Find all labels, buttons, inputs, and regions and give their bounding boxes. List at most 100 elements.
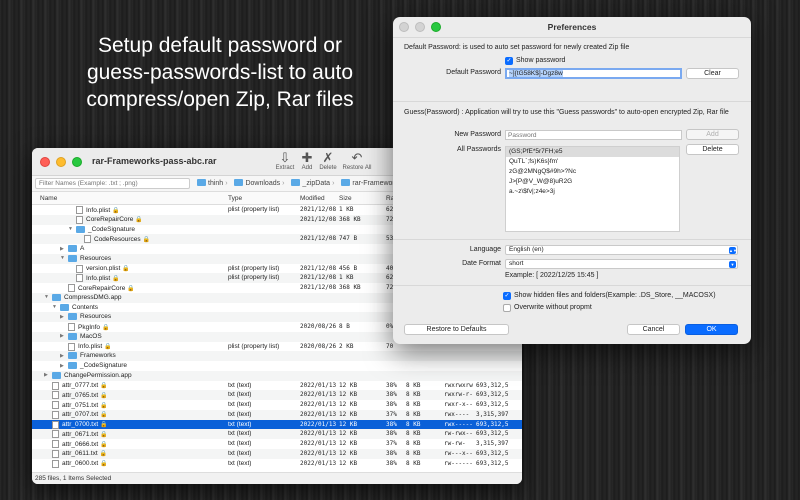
row-ratio: 37%: [386, 440, 397, 447]
row-modified: 2022/01/13: [300, 449, 337, 457]
clear-button[interactable]: Clear: [686, 68, 739, 79]
password-list-item[interactable]: (GS;PfE*5r7FH;e5: [506, 147, 679, 157]
password-list[interactable]: (GS;PfE*5r7FH;e5 QuTL`;fs)K6s}fm' zG@2MNgQ…: [505, 146, 680, 232]
row-compressed-size: 8 KB: [406, 391, 421, 399]
row-raw-size: 693,312,5: [476, 459, 509, 467]
row-ratio: 38%: [386, 449, 397, 457]
date-format-select[interactable]: short ▼: [505, 259, 738, 269]
status-bar: 285 files, 1 Items Selected: [32, 472, 522, 484]
disclosure-open-icon[interactable]: ▼: [60, 255, 65, 261]
table-row[interactable]: ▶ Frameworks: [32, 351, 522, 361]
close-window-button[interactable]: [40, 157, 50, 167]
disclosure-open-icon[interactable]: ▼: [52, 304, 57, 310]
language-select[interactable]: English (en) ▲▼: [505, 245, 738, 255]
col-type[interactable]: Type: [228, 195, 242, 202]
lock-icon: 🔒: [100, 431, 108, 438]
delete-button[interactable]: ✗ Delete: [313, 150, 343, 171]
row-type: txt (text): [228, 420, 252, 428]
row-name: PkgInfo: [78, 323, 101, 331]
default-password-field[interactable]: ~]{tG58K$]-Dgz8w: [505, 68, 682, 79]
document-icon: [52, 381, 59, 390]
row-type: txt (text): [228, 391, 252, 399]
show-password-checkbox[interactable]: ✓: [505, 57, 513, 65]
table-row[interactable]: ▶ _CodeSignature: [32, 361, 522, 371]
disclosure-closed-icon[interactable]: ▶: [60, 333, 65, 339]
restore-defaults-button[interactable]: Restore to Defaults: [404, 324, 509, 335]
row-name-cell: ▶ Resources: [60, 313, 111, 321]
row-ratio: 38%: [386, 459, 397, 467]
document-icon: [52, 420, 59, 429]
table-row[interactable]: attr_0765.txt 🔒 txt (text) 2022/01/13 12 KB 3…: [32, 390, 522, 400]
breadcrumb-item[interactable]: Downloads: [245, 180, 280, 187]
password-list-item[interactable]: zG@2MNgQ$#9h>?Nc: [506, 167, 679, 177]
table-row[interactable]: attr_0600.txt 🔒 txt (text) 2022/01/13 12 KB 3…: [32, 459, 522, 469]
password-list-item[interactable]: QuTL`;fs)K6s}fm': [506, 157, 679, 167]
minimize-window-button[interactable]: [56, 157, 66, 167]
row-name-cell: ▶ Frameworks: [60, 352, 116, 360]
restore-all-button[interactable]: ↶ Restore All: [342, 150, 372, 171]
document-icon: [52, 410, 59, 419]
cancel-button[interactable]: Cancel: [627, 324, 680, 335]
divider: [393, 285, 751, 286]
document-icon: [76, 274, 83, 283]
disclosure-closed-icon[interactable]: ▶: [44, 372, 49, 378]
add-password-button[interactable]: Add: [686, 129, 739, 140]
row-attributes: rwxr-x--: [444, 401, 473, 408]
row-name: A: [80, 245, 85, 252]
default-password-description: Default Password: is used to auto set pa…: [404, 44, 630, 51]
document-icon: [68, 284, 75, 292]
disclosure-closed-icon[interactable]: ▶: [60, 353, 65, 359]
document-icon: [68, 342, 75, 351]
password-list-item[interactable]: J>[P@V_W@8}uR2G: [506, 177, 679, 187]
row-name-cell: attr_0671.txt 🔒: [44, 430, 108, 439]
overwrite-checkbox[interactable]: [503, 304, 511, 312]
row-name-cell: ▶ _CodeSignature: [60, 362, 127, 369]
table-row[interactable]: attr_0666.txt 🔒 txt (text) 2022/01/13 12 KB 3…: [32, 439, 522, 449]
table-row[interactable]: attr_0707.txt 🔒 txt (text) 2022/01/13 12 KB 3…: [32, 409, 522, 420]
breadcrumb-item[interactable]: _zipData: [302, 180, 330, 187]
show-hidden-checkbox[interactable]: ✓: [503, 292, 511, 300]
col-modified[interactable]: Modified: [300, 195, 325, 202]
zoom-window-button[interactable]: [72, 157, 82, 167]
disclosure-closed-icon[interactable]: ▶: [60, 314, 65, 320]
row-raw-size: 693,312,5: [476, 449, 509, 457]
row-ratio: 38%: [386, 420, 397, 428]
row-size: 12 KB: [339, 430, 358, 438]
col-name[interactable]: Name: [40, 195, 57, 202]
row-name-cell: attr_0707.txt 🔒: [44, 410, 108, 419]
row-name-cell: ▶ A: [60, 245, 84, 252]
table-row[interactable]: attr_0700.txt 🔒 txt (text) 2022/01/13 12 KB 3…: [32, 419, 522, 430]
row-name: Contents: [72, 303, 99, 311]
delete-password-button[interactable]: Delete: [686, 144, 739, 155]
document-icon: [52, 401, 59, 409]
disclosure-open-icon[interactable]: ▼: [44, 294, 49, 300]
ok-button[interactable]: OK: [685, 324, 738, 335]
new-password-input[interactable]: [505, 130, 682, 140]
table-row[interactable]: ▶ ChangePermission.app: [32, 370, 522, 381]
table-row[interactable]: attr_0777.txt 🔒 txt (text) 2022/01/13 12 KB 3…: [32, 381, 522, 391]
disclosure-closed-icon[interactable]: ▶: [60, 246, 65, 252]
divider: [393, 239, 751, 240]
row-name: attr_0671.txt: [62, 430, 99, 438]
row-type: txt (text): [228, 430, 252, 438]
row-name-cell: Info.plist 🔒: [60, 342, 112, 351]
row-type: txt (text): [228, 381, 252, 389]
table-row[interactable]: attr_0671.txt 🔒 txt (text) 2022/01/13 12 KB 3…: [32, 429, 522, 439]
document-icon: [84, 235, 91, 244]
row-size: 12 KB: [339, 401, 358, 408]
row-name: attr_0611.txt: [62, 450, 98, 458]
row-size: 12 KB: [339, 449, 358, 457]
disclosure-closed-icon[interactable]: ▶: [60, 363, 65, 369]
table-row[interactable]: attr_0611.txt 🔒 txt (text) 2022/01/13 12 KB 3…: [32, 448, 522, 459]
row-name-cell: ▼ Resources: [60, 254, 111, 262]
all-passwords-label: All Passwords: [457, 146, 501, 153]
filter-input[interactable]: [35, 178, 190, 189]
breadcrumb-item[interactable]: thinh: [208, 180, 223, 187]
disclosure-open-icon[interactable]: ▼: [68, 226, 73, 232]
table-row[interactable]: attr_0751.txt 🔒 txt (text) 2022/01/13 12 KB 3…: [32, 400, 522, 410]
folder-icon: [291, 179, 301, 186]
lock-icon: 🔒: [100, 412, 108, 419]
password-list-item[interactable]: a.~z\$fv|;z4e>3j: [506, 187, 679, 197]
col-size[interactable]: Size: [339, 195, 352, 202]
row-attributes: rwx----: [444, 410, 470, 418]
